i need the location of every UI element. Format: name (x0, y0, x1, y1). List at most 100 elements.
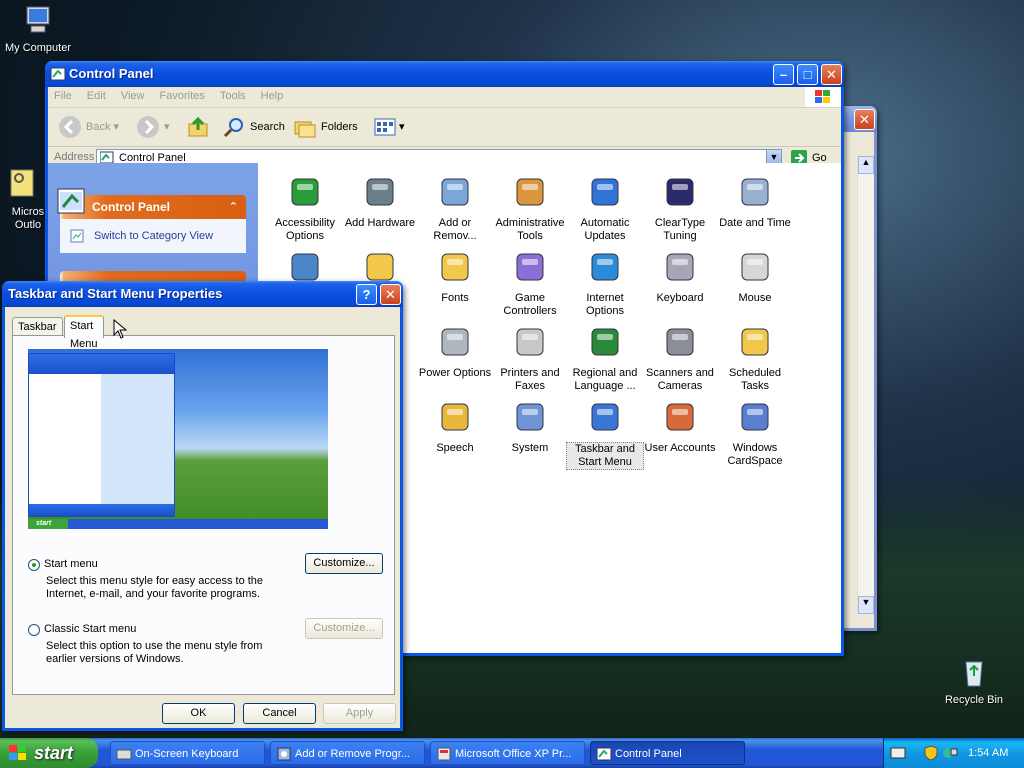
menu-bar: File Edit View Favorites Tools Help (48, 87, 841, 108)
close-icon[interactable]: ✕ (380, 284, 401, 305)
search-button[interactable]: Search (222, 115, 285, 139)
cp-item-power[interactable]: Power Options (416, 325, 494, 380)
help-icon[interactable]: ? (356, 284, 377, 305)
classic-start-menu-radio[interactable] (28, 624, 40, 636)
start-menu-tab-page: start Start menu Select this menu style … (12, 335, 395, 695)
up-folder-icon[interactable] (186, 115, 210, 139)
back-button[interactable]: Back ▾ (58, 115, 119, 139)
menu-help[interactable]: Help (255, 87, 290, 102)
menu-favorites[interactable]: Favorites (154, 87, 211, 102)
switch-to-category-view-link[interactable]: Switch to Category View (60, 219, 246, 253)
clock[interactable]: 1:54 AM (968, 747, 1008, 759)
menu-file[interactable]: File (48, 87, 78, 102)
close-icon[interactable]: ✕ (854, 109, 875, 130)
control-panel-titlebar[interactable]: Control Panel – □ ✕ (45, 61, 844, 87)
system-icon (516, 403, 544, 431)
task-add-remove-programs[interactable]: Add or Remove Progr... (270, 741, 425, 765)
desktop-icon-recycle-bin[interactable]: Recycle Bin (936, 656, 1012, 706)
cp-item-regional[interactable]: Regional and Language ... (566, 325, 644, 393)
cp-item-keyboard[interactable]: Keyboard (641, 250, 719, 305)
cardspace-icon (741, 403, 769, 431)
customize-classic-button[interactable]: Customize... (305, 618, 383, 639)
system-tray: 1:54 AM (883, 738, 1024, 768)
maximize-icon[interactable]: □ (797, 64, 818, 85)
start-button[interactable]: start (0, 738, 98, 768)
cp-item-label: Date and Time (719, 217, 791, 229)
cp-item-label: Windows CardSpace (727, 442, 783, 467)
clock-icon (741, 178, 769, 206)
partial-item-icon (291, 253, 319, 281)
views-button[interactable]: ▾ (373, 115, 409, 139)
cancel-button[interactable]: Cancel (243, 703, 316, 724)
cleartype-icon (666, 178, 694, 206)
scrollbar[interactable]: ▲ ▼ (857, 156, 874, 614)
recycle-bin-icon (965, 661, 983, 687)
taskbar-properties-dialog[interactable]: Taskbar and Start Menu Properties ? ✕ Ta… (2, 281, 403, 731)
scroll-up-icon[interactable]: ▲ (858, 156, 874, 174)
cp-item-label: ClearType Tuning (654, 217, 706, 242)
cp-item-users[interactable]: User Accounts (641, 400, 719, 455)
cp-item-label: Regional and Language ... (572, 367, 638, 392)
task-on-screen-keyboard[interactable]: On-Screen Keyboard (110, 741, 265, 765)
task-control-panel[interactable]: Control Panel (590, 741, 745, 765)
windows-flag-icon (9, 745, 26, 760)
control-panel-large-icon (57, 188, 85, 214)
minimize-icon[interactable]: – (773, 64, 794, 85)
menu-edit[interactable]: Edit (81, 87, 112, 102)
control-panel-icon (50, 67, 66, 81)
cp-item-gamepad[interactable]: Game Controllers (491, 250, 569, 318)
forward-button[interactable]: ▾ (136, 115, 170, 139)
cp-item-taskbar[interactable]: Taskbar and Start Menu (566, 400, 644, 470)
category-view-icon (70, 229, 84, 243)
cp-item-scanner[interactable]: Scanners and Cameras (641, 325, 719, 393)
ok-button[interactable]: OK (162, 703, 235, 724)
task-office-xp[interactable]: Microsoft Office XP Pr... (430, 741, 585, 765)
fonts-folder-icon (441, 253, 469, 281)
collapse-icon[interactable]: ⌃ (229, 195, 238, 219)
cp-item-mouse[interactable]: Mouse (716, 250, 794, 305)
printer-icon (516, 328, 544, 356)
start-menu-radio[interactable] (28, 559, 40, 571)
taskbar-icon (591, 403, 619, 431)
tab-taskbar[interactable]: Taskbar (12, 317, 63, 336)
keyboard-icon (666, 253, 694, 281)
scroll-down-icon[interactable]: ▼ (858, 596, 874, 614)
cp-item-tasks-folder[interactable]: Scheduled Tasks (716, 325, 794, 393)
cp-item-cleartype[interactable]: ClearType Tuning (641, 175, 719, 243)
cp-item-globe[interactable]: Internet Options (566, 250, 644, 318)
customize-start-menu-button[interactable]: Customize... (305, 553, 383, 574)
close-icon[interactable]: ✕ (821, 64, 842, 85)
folders-icon (294, 121, 316, 138)
desktop-icon-my-computer[interactable]: My Computer (0, 4, 76, 54)
cp-item-label: Keyboard (656, 292, 704, 304)
forward-arrow-icon (137, 116, 159, 138)
menu-tools[interactable]: Tools (214, 87, 252, 102)
menu-view[interactable]: View (115, 87, 151, 102)
dialog-titlebar[interactable]: Taskbar and Start Menu Properties ? ✕ (2, 281, 403, 307)
taskbar: start On-Screen Keyboard Add or Remove P… (0, 738, 1024, 768)
cp-item-system[interactable]: System (491, 400, 569, 455)
cp-item-printer[interactable]: Printers and Faxes (491, 325, 569, 393)
cp-item-label: Internet Options (586, 292, 624, 317)
cp-item-label: Accessibility Options (275, 217, 335, 242)
office-setup-icon (437, 747, 451, 761)
cp-item-speech[interactable]: Speech (416, 400, 494, 455)
cp-item-accessibility[interactable]: Accessibility Options (266, 175, 344, 243)
security-shield-icon[interactable] (924, 745, 938, 761)
cp-item-clock[interactable]: Date and Time (716, 175, 794, 230)
cp-item-hardware[interactable]: Add Hardware (341, 175, 419, 230)
cp-item-admin-tools[interactable]: Administrative Tools (491, 175, 569, 243)
cp-item-updates[interactable]: Automatic Updates (566, 175, 644, 243)
outlook-icon (10, 169, 34, 197)
cp-item-add-remove[interactable]: Add or Remov... (416, 175, 494, 243)
keyboard-tray-icon[interactable] (890, 746, 906, 760)
cp-item-cardspace[interactable]: Windows CardSpace (716, 400, 794, 468)
cp-item-label: Add Hardware (344, 217, 416, 229)
cp-item-fonts-folder[interactable]: Fonts (416, 250, 494, 305)
tab-start-menu[interactable]: Start Menu (64, 315, 104, 350)
windows-logo-icon (805, 87, 841, 107)
network-tray-icon[interactable] (942, 745, 958, 761)
apply-button[interactable]: Apply (323, 703, 396, 724)
cp-item-label: Power Options (418, 367, 492, 379)
folders-button[interactable]: Folders (293, 115, 358, 139)
